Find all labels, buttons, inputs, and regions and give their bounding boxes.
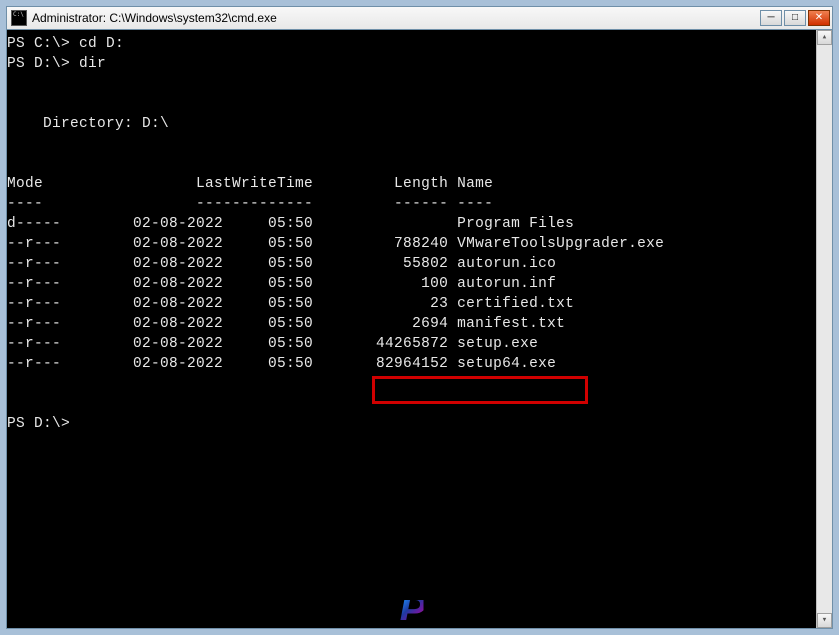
- scroll-up-button[interactable]: ▴: [817, 30, 832, 45]
- minimize-button[interactable]: ─: [760, 10, 782, 26]
- terminal-output[interactable]: PS C:\> cd D: PS D:\> dir Directory: D:\…: [7, 30, 816, 628]
- maximize-button[interactable]: □: [784, 10, 806, 26]
- window-buttons: ─ □ ✕: [758, 10, 830, 26]
- vertical-scrollbar[interactable]: ▴ ▾: [816, 30, 832, 628]
- cmd-icon: [11, 10, 27, 26]
- watermark-logo: P: [399, 600, 424, 620]
- titlebar[interactable]: Administrator: C:\Windows\system32\cmd.e…: [7, 7, 832, 30]
- scroll-track[interactable]: [817, 45, 832, 613]
- window-title: Administrator: C:\Windows\system32\cmd.e…: [32, 11, 758, 25]
- client-area: PS C:\> cd D: PS D:\> dir Directory: D:\…: [7, 30, 832, 628]
- cmd-window: Administrator: C:\Windows\system32\cmd.e…: [6, 6, 833, 629]
- highlight-annotation: [372, 376, 588, 404]
- close-button[interactable]: ✕: [808, 10, 830, 26]
- scroll-down-button[interactable]: ▾: [817, 613, 832, 628]
